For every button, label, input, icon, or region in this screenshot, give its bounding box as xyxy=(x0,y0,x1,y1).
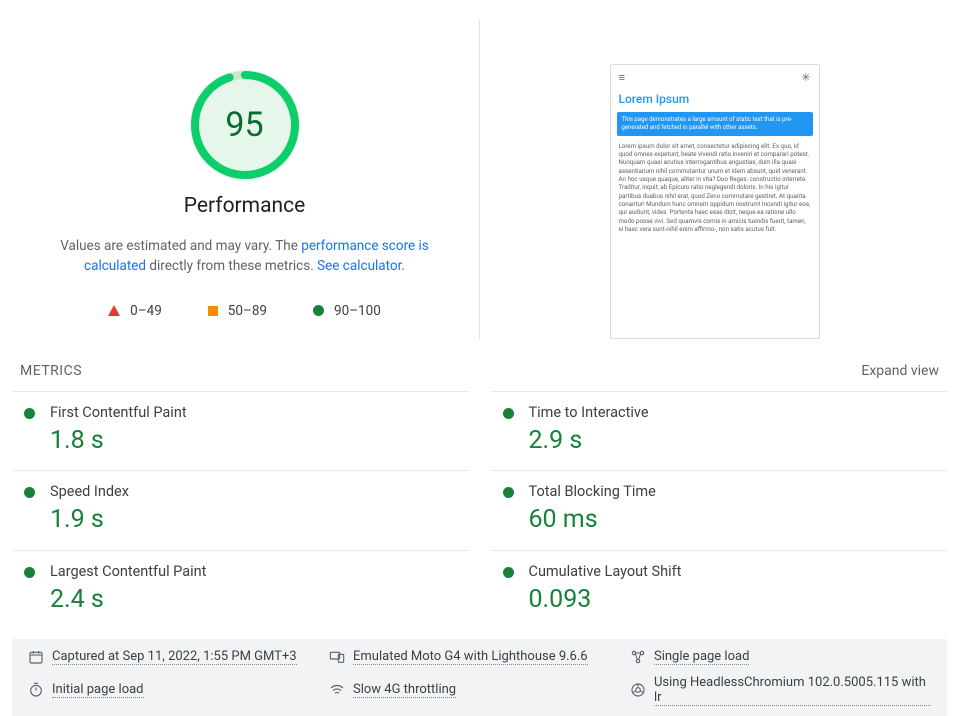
env-captured: Captured at Sep 11, 2022, 1:55 PM GMT+3 xyxy=(28,649,329,665)
metric-name: Cumulative Layout Shift xyxy=(529,563,940,580)
expand-view-toggle[interactable]: Expand view xyxy=(861,363,939,379)
env-text: Using HeadlessChromium 102.0.5005.115 wi… xyxy=(654,675,931,706)
metric-cls: Cumulative Layout Shift 0.093 xyxy=(491,550,948,629)
metric-value: 1.8 s xyxy=(50,425,461,456)
triangle-fail-icon xyxy=(108,305,120,316)
metric-name: Total Blocking Time xyxy=(529,483,940,500)
metric-speed-index: Speed Index 1.9 s xyxy=(12,470,469,549)
metric-name: Largest Contentful Paint xyxy=(50,563,461,580)
env-initial-load: Initial page load xyxy=(28,675,329,706)
thumb-body: Lorem ipsum dolor sit amet, consectetur … xyxy=(611,140,819,236)
devices-icon xyxy=(329,649,345,665)
metric-value: 2.9 s xyxy=(529,425,940,456)
performance-summary: 95 Performance Values are estimated and … xyxy=(10,20,480,339)
see-calculator-link[interactable]: See calculator xyxy=(317,258,401,274)
status-pass-icon xyxy=(503,487,514,498)
metric-value: 2.4 s xyxy=(50,584,461,615)
env-emulated: Emulated Moto G4 with Lighthouse 9.6.6 xyxy=(329,649,630,665)
circle-pass-icon xyxy=(313,305,324,316)
performance-score: 95 xyxy=(190,70,300,180)
desc-text-2: directly from these metrics. xyxy=(146,258,317,274)
thumb-title: Lorem Ipsum xyxy=(611,90,819,110)
env-text: Captured at Sep 11, 2022, 1:55 PM GMT+3 xyxy=(52,649,297,665)
score-legend: 0–49 50–89 90–100 xyxy=(108,303,381,319)
brightness-icon: ✳ xyxy=(801,71,810,84)
legend-average-range: 50–89 xyxy=(228,303,267,319)
performance-title: Performance xyxy=(184,194,305,218)
metric-name: First Contentful Paint xyxy=(50,404,461,421)
status-pass-icon xyxy=(24,487,35,498)
metric-tbt: Total Blocking Time 60 ms xyxy=(491,470,948,549)
calendar-icon xyxy=(28,649,44,665)
desc-period: . xyxy=(401,258,405,274)
metric-fcp: First Contentful Paint 1.8 s xyxy=(12,391,469,470)
env-text: Emulated Moto G4 with Lighthouse 9.6.6 xyxy=(353,649,588,665)
metrics-grid: First Contentful Paint 1.8 s Time to Int… xyxy=(0,379,959,629)
metrics-heading: METRICS xyxy=(20,363,82,379)
desc-text: Values are estimated and may vary. The xyxy=(60,238,301,254)
status-pass-icon xyxy=(24,408,35,419)
metric-value: 60 ms xyxy=(529,504,940,535)
env-single-page: Single page load xyxy=(630,649,931,665)
legend-fail-range: 0–49 xyxy=(130,303,162,319)
hamburger-icon: ≡ xyxy=(619,71,625,84)
env-throttling: Slow 4G throttling xyxy=(329,675,630,706)
environment-info: Captured at Sep 11, 2022, 1:55 PM GMT+3 … xyxy=(12,639,947,716)
metric-name: Time to Interactive xyxy=(529,404,940,421)
env-text: Slow 4G throttling xyxy=(353,682,456,698)
network-icon xyxy=(630,649,646,665)
legend-pass: 90–100 xyxy=(313,303,381,319)
legend-average: 50–89 xyxy=(208,303,267,319)
thumb-banner: This page demonstrates a large amount of… xyxy=(617,112,813,136)
env-text: Single page load xyxy=(654,649,749,665)
legend-pass-range: 90–100 xyxy=(334,303,381,319)
square-average-icon xyxy=(208,306,218,316)
status-pass-icon xyxy=(503,567,514,578)
status-pass-icon xyxy=(503,408,514,419)
performance-description: Values are estimated and may vary. The p… xyxy=(40,236,449,277)
status-pass-icon xyxy=(24,567,35,578)
chrome-icon xyxy=(630,682,646,698)
metric-lcp: Largest Contentful Paint 2.4 s xyxy=(12,550,469,629)
metric-value: 0.093 xyxy=(529,584,940,615)
page-screenshot-thumbnail: ≡ ✳ Lorem Ipsum This page demonstrates a… xyxy=(610,64,820,339)
legend-fail: 0–49 xyxy=(108,303,162,319)
wifi-icon xyxy=(329,682,345,698)
env-text: Initial page load xyxy=(52,682,144,698)
metric-value: 1.9 s xyxy=(50,504,461,535)
metric-tti: Time to Interactive 2.9 s xyxy=(491,391,948,470)
performance-gauge: 95 xyxy=(190,70,300,180)
timer-icon xyxy=(28,682,44,698)
metric-name: Speed Index xyxy=(50,483,461,500)
env-chrome: Using HeadlessChromium 102.0.5005.115 wi… xyxy=(630,675,931,706)
